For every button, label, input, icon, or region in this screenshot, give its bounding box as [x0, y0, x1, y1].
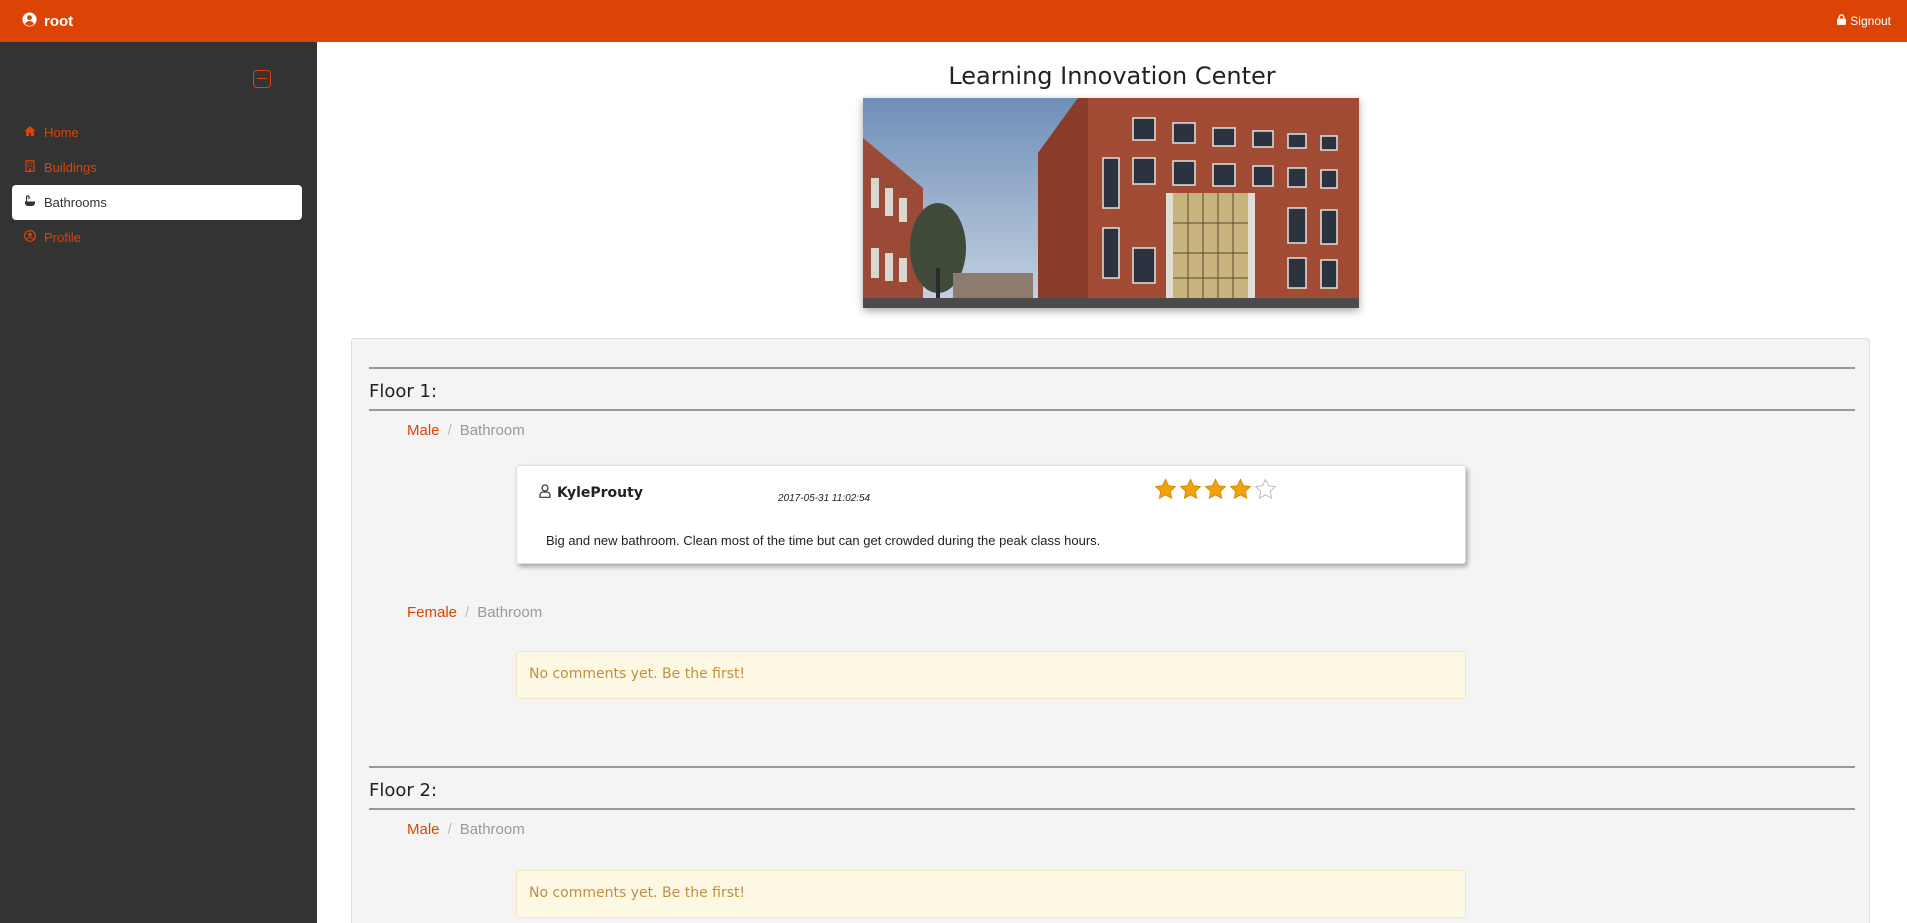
- review-username: KyleProuty: [557, 485, 643, 501]
- sidebar-nav: Home Buildings Bathrooms Profile: [12, 115, 302, 255]
- star-filled-icon: [1154, 478, 1177, 500]
- floor-divider: [369, 409, 1855, 411]
- sidebar-item-buildings[interactable]: Buildings: [12, 150, 302, 185]
- breadcrumb-separator: /: [447, 821, 452, 838]
- breadcrumb-gender-link[interactable]: Male: [407, 422, 440, 439]
- floor-divider: [369, 367, 1855, 369]
- breadcrumb-gender-link[interactable]: Male: [407, 821, 440, 838]
- breadcrumb: Male / Bathroom: [407, 821, 525, 838]
- sidebar-item-label: Bathrooms: [44, 195, 107, 210]
- sidebar: Home Buildings Bathrooms Profile: [0, 42, 317, 923]
- signout-label: Signout: [1850, 14, 1891, 28]
- sidebar-item-label: Home: [44, 125, 79, 140]
- star-empty-icon: [1254, 478, 1277, 500]
- star-filled-icon: [1204, 478, 1227, 500]
- user-circle-icon: [22, 11, 37, 31]
- review-card: KyleProuty 2017-05-31 11:02:54 Big and n…: [516, 465, 1466, 564]
- bath-icon: [24, 195, 36, 210]
- floor-title: Floor 2:: [369, 780, 438, 801]
- building-photo: [863, 98, 1359, 308]
- building-photo-illustration: [863, 98, 1359, 308]
- username: root: [44, 12, 74, 30]
- floor-divider: [369, 766, 1855, 768]
- breadcrumb-separator: /: [465, 604, 470, 621]
- floor-divider: [369, 808, 1855, 810]
- review-author: KyleProuty: [539, 484, 643, 502]
- user-brand[interactable]: root: [22, 11, 74, 31]
- floor-title: Floor 1:: [369, 381, 438, 402]
- floors-panel: Floor 1: Male / Bathroom KyleProuty 2017…: [351, 338, 1870, 923]
- sidebar-item-profile[interactable]: Profile: [12, 220, 302, 255]
- star-filled-icon: [1179, 478, 1202, 500]
- star-filled-icon: [1229, 478, 1252, 500]
- breadcrumb-current: Bathroom: [459, 422, 525, 439]
- breadcrumb: Female / Bathroom: [407, 604, 542, 621]
- main-content: Learning Innovation Center Floor 1: Male…: [317, 42, 1907, 923]
- sidebar-item-label: Profile: [44, 230, 81, 245]
- sidebar-item-home[interactable]: Home: [12, 115, 302, 150]
- sidebar-collapse-button[interactable]: [253, 70, 271, 88]
- sidebar-item-bathrooms[interactable]: Bathrooms: [12, 185, 302, 220]
- breadcrumb-current: Bathroom: [477, 604, 543, 621]
- review-text: Big and new bathroom. Clean most of the …: [546, 533, 1101, 548]
- breadcrumb-separator: /: [447, 422, 452, 439]
- page-title: Learning Innovation Center: [948, 62, 1276, 90]
- user-circle-icon: [24, 230, 36, 245]
- star-rating: [1154, 478, 1277, 500]
- breadcrumb-current: Bathroom: [459, 821, 525, 838]
- building-icon: [24, 160, 36, 175]
- user-icon: [539, 484, 551, 502]
- lock-icon: [1837, 14, 1847, 28]
- home-icon: [24, 125, 36, 140]
- review-date: 2017-05-31 11:02:54: [778, 493, 871, 504]
- top-navbar: root Signout: [0, 0, 1907, 42]
- sidebar-item-label: Buildings: [44, 160, 97, 175]
- breadcrumb: Male / Bathroom: [407, 422, 525, 439]
- signout-button[interactable]: Signout: [1837, 14, 1891, 28]
- no-comments-alert: No comments yet. Be the first!: [516, 870, 1466, 918]
- breadcrumb-gender-link[interactable]: Female: [407, 604, 457, 621]
- no-comments-alert: No comments yet. Be the first!: [516, 651, 1466, 699]
